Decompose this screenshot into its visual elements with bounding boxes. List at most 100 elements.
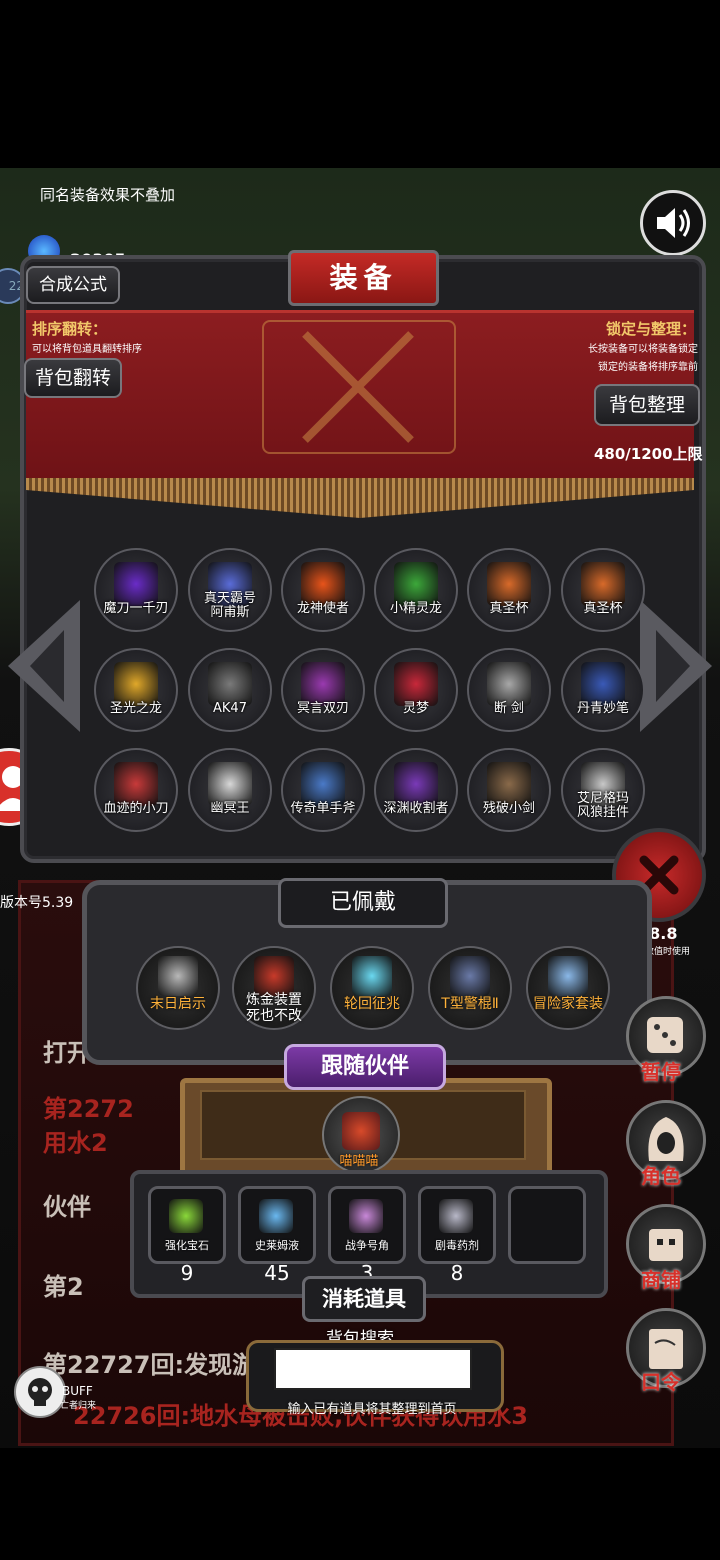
inventory-item[interactable]: 龙神使者 bbox=[281, 548, 365, 632]
code-label: 口令 bbox=[641, 1370, 681, 1394]
log-line: 伙伴 bbox=[43, 1193, 91, 1221]
inventory-item[interactable]: 断 剑 bbox=[467, 648, 551, 732]
item-name: 传奇单手斧 bbox=[290, 801, 356, 816]
prev-page-arrow[interactable] bbox=[8, 600, 82, 732]
inventory-item[interactable]: 灵梦 bbox=[374, 648, 458, 732]
search-input[interactable] bbox=[274, 1348, 472, 1390]
lock-help-heading: 锁定与整理： bbox=[605, 320, 696, 338]
consumable-art bbox=[169, 1199, 203, 1233]
inventory-item[interactable]: 真圣杯 bbox=[561, 548, 645, 632]
consumable-count: 9 bbox=[180, 1261, 194, 1285]
worn-item-name: 炼金装置 死也不改 bbox=[246, 992, 302, 1024]
worn-item-name: 轮回征兆 bbox=[344, 996, 400, 1012]
inventory-item[interactable]: 艾尼格玛 风狼挂件 bbox=[561, 748, 645, 832]
consumable-slot[interactable]: 剧毒药剂 8 bbox=[418, 1186, 496, 1285]
recipe-button[interactable]: 合成公式 bbox=[26, 266, 120, 304]
flip-button[interactable]: 背包翻转 bbox=[24, 358, 122, 398]
item-name: 小精灵龙 bbox=[389, 601, 442, 616]
pause-label: 暂停 bbox=[641, 1060, 681, 1084]
log-line: 第22727回:发现游 bbox=[43, 1351, 257, 1379]
inventory-item[interactable]: 魔刀一千刃 bbox=[94, 548, 178, 632]
sort-help-text: 可以将背包道具翻转排序 bbox=[32, 344, 142, 355]
worn-title: 已佩戴 bbox=[278, 878, 448, 928]
item-name: 真天霸号 阿甫斯 bbox=[203, 591, 256, 620]
inventory-item[interactable]: 传奇单手斧 bbox=[281, 748, 365, 832]
item-art bbox=[114, 662, 158, 706]
item-name: 灵梦 bbox=[402, 701, 429, 716]
worn-item[interactable]: 轮回征兆 bbox=[330, 946, 414, 1030]
speaker-icon bbox=[657, 208, 690, 238]
item-art bbox=[581, 662, 625, 706]
worn-item[interactable]: 冒险家套装 bbox=[526, 946, 610, 1030]
item-name: 真圣杯 bbox=[489, 601, 529, 616]
inventory-item[interactable]: AK47 bbox=[188, 648, 272, 732]
consumable-art bbox=[259, 1199, 293, 1233]
role-label: 角色 bbox=[641, 1164, 681, 1188]
item-name: 血迹的小刀 bbox=[103, 801, 169, 816]
item-art bbox=[208, 762, 252, 806]
buff-skull-icon[interactable] bbox=[14, 1366, 66, 1418]
consumable-slot-empty[interactable] bbox=[508, 1186, 586, 1264]
item-art bbox=[394, 562, 438, 606]
crossed-swords-emblem bbox=[262, 320, 456, 454]
inventory-item[interactable]: 小精灵龙 bbox=[374, 548, 458, 632]
item-art bbox=[114, 762, 158, 806]
inventory-item[interactable]: 深渊收割者 bbox=[374, 748, 458, 832]
worn-item-art bbox=[450, 956, 490, 996]
skull-icon bbox=[28, 1378, 52, 1406]
item-name: 幽冥王 bbox=[210, 801, 250, 816]
bag-capacity: 480/1200上限 bbox=[594, 445, 703, 463]
consumables-title: 消耗道具 bbox=[302, 1276, 426, 1322]
tidy-button[interactable]: 背包整理 bbox=[594, 384, 700, 426]
consumable-name: 史莱姆液 bbox=[255, 1239, 299, 1252]
inventory-item[interactable]: 真圣杯 bbox=[467, 548, 551, 632]
consumable-slot[interactable]: 史莱姆液 45 bbox=[238, 1186, 316, 1285]
inventory-item[interactable]: 残破小剑 bbox=[467, 748, 551, 832]
consumable-slot[interactable]: 强化宝石 9 bbox=[148, 1186, 226, 1285]
item-name: 龙神使者 bbox=[296, 601, 349, 616]
consumable-name: 战争号角 bbox=[345, 1239, 389, 1252]
partner-title: 跟随伙伴 bbox=[284, 1044, 446, 1090]
consumable-count: 8 bbox=[450, 1261, 464, 1285]
inventory-item[interactable]: 幽冥王 bbox=[188, 748, 272, 832]
log-line: 第2272 bbox=[43, 1095, 134, 1123]
version-label: 版本号5.39 bbox=[0, 895, 74, 911]
inventory-item[interactable]: 真天霸号 阿甫斯 bbox=[188, 548, 272, 632]
item-name: 残破小剑 bbox=[482, 801, 535, 816]
item-name: 魔刀一千刃 bbox=[103, 601, 169, 616]
worn-item[interactable]: 炼金装置 死也不改 bbox=[232, 946, 316, 1030]
partner-name: 喵喵喵 bbox=[339, 1154, 379, 1169]
item-art bbox=[487, 562, 531, 606]
consumable-art bbox=[439, 1199, 473, 1233]
worn-item-name: T型警棍Ⅱ bbox=[441, 996, 499, 1012]
inventory-item[interactable]: 丹青妙笔 bbox=[561, 648, 645, 732]
worn-item[interactable]: T型警棍Ⅱ bbox=[428, 946, 512, 1030]
inventory-item[interactable]: 冥言双刃 bbox=[281, 648, 365, 732]
item-name: AK47 bbox=[213, 701, 247, 716]
log-line: 用水2 bbox=[43, 1129, 108, 1157]
worn-item-name: 末日启示 bbox=[150, 996, 206, 1012]
worn-item-art bbox=[352, 956, 392, 996]
consumable-slot[interactable]: 战争号角 3 bbox=[328, 1186, 406, 1285]
partner-art bbox=[342, 1112, 380, 1150]
item-art bbox=[114, 562, 158, 606]
item-art bbox=[581, 562, 625, 606]
inventory-item[interactable]: 圣光之龙 bbox=[94, 648, 178, 732]
chevron-left-icon bbox=[8, 600, 80, 732]
sort-help-heading: 排序翻转： bbox=[32, 320, 108, 338]
panel-title: 装备 bbox=[288, 250, 439, 306]
shop-label: 商铺 bbox=[641, 1268, 681, 1292]
item-name: 艾尼格玛 风狼挂件 bbox=[576, 791, 629, 820]
worn-item-art bbox=[548, 956, 588, 996]
sound-button[interactable] bbox=[640, 190, 706, 256]
worn-item-name: 冒险家套装 bbox=[533, 996, 603, 1012]
item-name: 断 剑 bbox=[493, 701, 525, 716]
lock-help-line1: 长按装备可以将装备锁定 bbox=[588, 344, 698, 355]
consumable-art bbox=[349, 1199, 383, 1233]
worn-item[interactable]: 末日启示 bbox=[136, 946, 220, 1030]
worn-item-art bbox=[158, 956, 198, 996]
item-art bbox=[301, 662, 345, 706]
inventory-item[interactable]: 血迹的小刀 bbox=[94, 748, 178, 832]
consumable-name: 剧毒药剂 bbox=[435, 1239, 479, 1252]
top-note: 同名装备效果不叠加 bbox=[40, 186, 176, 204]
